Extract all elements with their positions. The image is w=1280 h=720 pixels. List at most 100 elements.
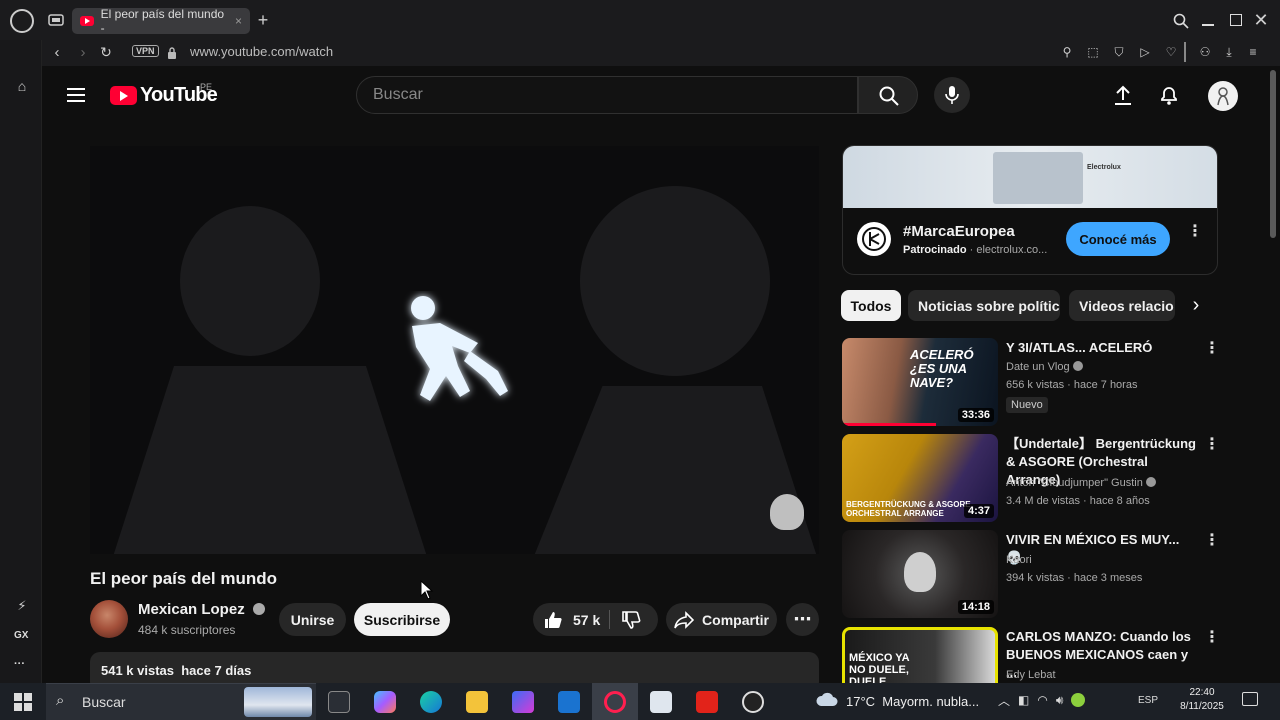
opera-menu-icon[interactable] <box>10 9 34 33</box>
reload-icon[interactable]: ↻ <box>98 44 114 60</box>
video-menu-icon[interactable]: ⋮ <box>1204 533 1220 549</box>
search-input[interactable]: Buscar <box>356 76 858 114</box>
chip-noticias-politica[interactable]: Noticias sobre política <box>908 290 1060 321</box>
youtube-play-icon <box>110 86 137 105</box>
search-button[interactable] <box>858 76 918 114</box>
recommended-channel[interactable]: Edy Lebat <box>1006 666 1056 684</box>
like-button[interactable]: 57 k <box>543 610 600 630</box>
sponsored-ad-card[interactable]: Electrolux #MarcaEuropea Patrocinado · e… <box>842 145 1218 275</box>
input-language[interactable]: ESP <box>1138 695 1158 706</box>
video-frame-body-left <box>110 366 430 554</box>
wifi-icon[interactable]: ◠ <box>1037 693 1047 707</box>
recommended-title[interactable]: Y 3I/ATLAS... ACELERÓ <box>1006 339 1196 357</box>
profile-icon[interactable]: ⚇ <box>1198 44 1212 60</box>
close-window-icon[interactable]: ✕ <box>1252 10 1270 30</box>
file-explorer-icon[interactable] <box>466 691 488 713</box>
search-tabs-icon[interactable] <box>1170 10 1192 32</box>
recommended-channel[interactable]: Kaori <box>1006 551 1032 569</box>
chip-todos[interactable]: Todos <box>841 290 901 321</box>
snapshot-icon[interactable]: ⬚ <box>1086 44 1100 60</box>
hamburger-menu-icon[interactable] <box>67 88 85 102</box>
url-field[interactable]: www.youtube.com/watch <box>190 44 333 59</box>
search-icon <box>879 86 899 106</box>
shield-icon[interactable]: ⛉ <box>1112 44 1126 60</box>
video-player[interactable] <box>90 146 819 554</box>
notification-center-icon[interactable] <box>1242 692 1258 706</box>
video-menu-icon[interactable]: ⋮ <box>1204 341 1220 357</box>
notifications-bell-icon[interactable] <box>1158 84 1180 106</box>
recommended-thumbnail[interactable]: ACELERÓ ¿ES UNA NAVE? 33:36 <box>842 338 998 426</box>
app-tray-icon[interactable] <box>1071 693 1086 707</box>
volume-icon[interactable]: 🔊︎ <box>1056 693 1064 708</box>
chips-next-icon[interactable]: › <box>1178 290 1214 321</box>
flow-icon[interactable]: ⚡ <box>13 598 31 614</box>
verified-icon <box>1145 477 1156 487</box>
browser-tab-bar: El peor país del mundo - × + ✕ <box>0 0 1280 40</box>
taskbar-search-icon: ⌕ <box>56 692 65 709</box>
glowing-figure-icon <box>411 296 508 401</box>
vpn-badge[interactable]: VPN <box>132 45 159 57</box>
send-icon[interactable]: ▷ <box>1138 44 1152 60</box>
thumbnail-text: MÉXICO YA NO DUELE, DUELE <box>849 652 910 683</box>
user-avatar[interactable] <box>1208 81 1238 111</box>
back-icon[interactable]: ‹ <box>50 44 64 61</box>
channel-avatar[interactable] <box>90 600 128 638</box>
page-scrollbar[interactable] <box>1270 70 1276 238</box>
tray-app-icon[interactable]: ◧ <box>1018 693 1029 707</box>
microsoft-store-icon[interactable] <box>512 691 534 713</box>
sidebar-more-icon[interactable]: ··· <box>14 658 25 670</box>
recommended-channel[interactable]: Anton "Cloudjumper" Gustin <box>1006 474 1156 492</box>
easy-setup-icon[interactable]: ≡ <box>1246 44 1260 60</box>
notepad-icon[interactable] <box>650 691 672 713</box>
recommended-title[interactable]: VIVIR EN MÉXICO ES MUY... 💀 <box>1006 531 1196 567</box>
share-button[interactable]: Compartir <box>666 603 777 636</box>
pin-icon[interactable]: ⚲ <box>1060 44 1074 60</box>
workspaces-icon[interactable] <box>46 12 66 28</box>
maximize-icon[interactable] <box>1230 14 1242 26</box>
video-menu-icon[interactable]: ⋮ <box>1204 630 1220 646</box>
channel-name[interactable]: Mexican Lopez <box>138 601 265 618</box>
video-menu-icon[interactable]: ⋮ <box>1204 437 1220 453</box>
copilot-icon[interactable] <box>374 691 396 713</box>
wps-icon[interactable] <box>696 691 718 713</box>
lock-icon[interactable] <box>167 46 177 59</box>
forward-icon[interactable]: › <box>76 44 90 61</box>
join-button[interactable]: Unirse <box>279 603 346 636</box>
opera-gx-taskbar-active[interactable] <box>592 683 638 720</box>
taskbar-search-placeholder: Buscar <box>82 694 126 710</box>
skull-image <box>904 552 936 592</box>
recommended-channel[interactable]: Date un Vlog <box>1006 358 1083 376</box>
subscribe-button[interactable]: Suscribirse <box>354 603 450 636</box>
recommended-thumbnail[interactable]: MÉXICO YA NO DUELE, DUELE <box>842 627 998 683</box>
task-view-icon[interactable] <box>328 691 350 713</box>
clock[interactable]: 22:40 8/11/2025 <box>1172 686 1232 714</box>
recommended-thumbnail[interactable]: BERGENTRÜCKUNG & ASGORE ORCHESTRAL ARRAN… <box>842 434 998 522</box>
tab-close-icon[interactable]: × <box>235 14 242 28</box>
edge-icon[interactable] <box>420 691 442 713</box>
voice-search-button[interactable] <box>934 77 970 113</box>
heart-icon[interactable]: ♡ <box>1164 44 1178 60</box>
ad-banner-brand: Electrolux <box>1087 164 1121 171</box>
more-actions-button[interactable]: ⋯ <box>786 603 819 636</box>
minimize-icon[interactable] <box>1202 24 1214 26</box>
tab-youtube-video[interactable]: El peor país del mundo - × <box>72 7 250 35</box>
download-icon[interactable]: ⤓ <box>1222 44 1236 60</box>
watermark-dog-icon <box>770 494 804 530</box>
chip-videos-relacionados[interactable]: Videos relacio <box>1069 290 1175 321</box>
windows-start-icon[interactable] <box>14 693 32 711</box>
ad-cta-button[interactable]: Conocé más <box>1066 222 1170 256</box>
gx-label[interactable]: GX <box>14 630 28 641</box>
new-tab-button[interactable]: + <box>254 10 272 30</box>
outlook-icon[interactable] <box>558 691 580 713</box>
upload-icon[interactable] <box>1112 84 1134 106</box>
recommended-thumbnail[interactable]: 14:18 <box>842 530 998 618</box>
obs-icon[interactable] <box>742 691 764 713</box>
weather-text[interactable]: 17°C Mayorm. nubla... <box>846 694 979 709</box>
ad-banner-image[interactable]: Electrolux <box>843 146 1217 208</box>
workspace-home-icon[interactable]: ⌂ <box>13 78 31 94</box>
taskbar-search-input[interactable]: ⌕ Buscar <box>46 683 316 720</box>
ad-menu-icon[interactable]: ⋮ <box>1187 224 1203 240</box>
tray-expand-icon[interactable]: ︿ <box>998 692 1010 709</box>
thumbs-down-icon[interactable] <box>621 610 641 630</box>
recommended-channel-text: Date un Vlog <box>1006 361 1070 373</box>
